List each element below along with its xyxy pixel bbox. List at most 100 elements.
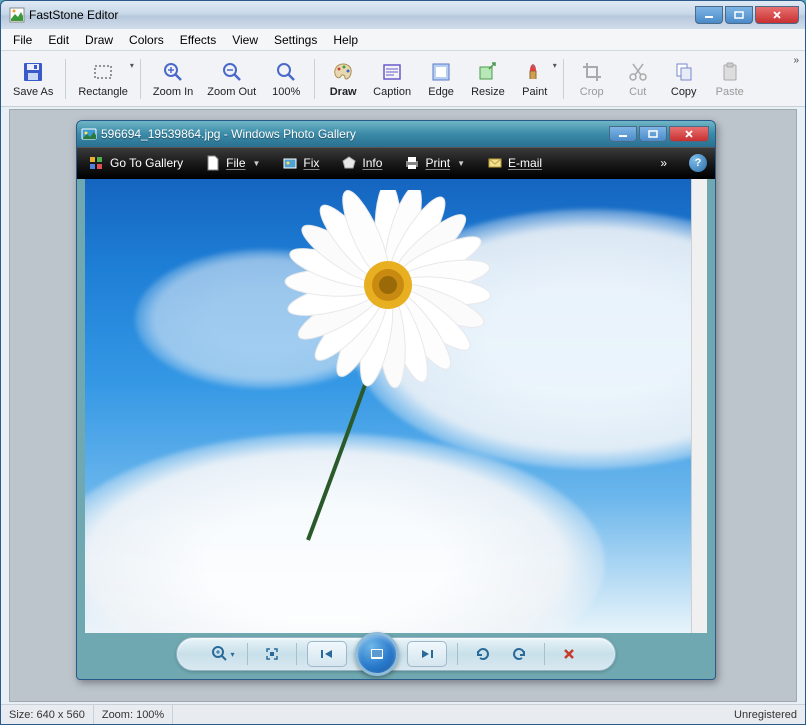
separator — [247, 643, 248, 665]
status-registration: Unregistered — [726, 705, 805, 724]
inner-close-button[interactable] — [669, 126, 709, 142]
edge-icon — [429, 60, 453, 84]
caption-icon — [380, 60, 404, 84]
slideshow-button[interactable] — [355, 632, 399, 676]
window-controls — [695, 6, 799, 24]
fix-icon — [282, 155, 298, 171]
menu-colors[interactable]: Colors — [121, 31, 172, 49]
inner-window-title: 596694_19539864.jpg - Windows Photo Gall… — [101, 127, 609, 141]
separator — [563, 59, 564, 99]
palette-icon — [331, 60, 355, 84]
paint-icon — [523, 60, 547, 84]
menubar: File Edit Draw Colors Effects View Setti… — [1, 29, 805, 51]
inner-overflow-button[interactable]: » — [660, 156, 667, 170]
inner-toolbar: Go To Gallery File▼ Fix Info Print▼ — [77, 147, 715, 179]
tag-icon — [341, 155, 357, 171]
menu-view[interactable]: View — [224, 31, 266, 49]
scissors-icon — [626, 60, 650, 84]
edge-button[interactable]: Edge — [419, 55, 463, 103]
dropdown-icon: ▾ — [130, 61, 134, 70]
dropdown-icon: ▾ — [553, 61, 557, 70]
zoom-100-icon — [274, 60, 298, 84]
cut-button[interactable]: Cut — [616, 55, 660, 103]
toolbar: Save As ▾ Rectangle Zoom In Zoom Out 100… — [1, 51, 805, 107]
inner-titlebar[interactable]: 596694_19539864.jpg - Windows Photo Gall… — [77, 121, 715, 147]
floppy-icon — [21, 60, 45, 84]
separator — [65, 59, 66, 99]
status-size: Size: 640 x 560 — [1, 705, 94, 724]
delete-button[interactable] — [555, 642, 583, 666]
toolbar-overflow[interactable]: » — [793, 55, 799, 66]
zoom-out-icon — [220, 60, 244, 84]
inner-minimize-button[interactable] — [609, 126, 637, 142]
rectangle-select-icon — [91, 60, 115, 84]
draw-button[interactable]: Draw — [321, 55, 365, 103]
info-button[interactable]: Info — [337, 153, 386, 173]
maximize-button[interactable] — [725, 6, 753, 24]
separator — [314, 59, 315, 99]
minimize-button[interactable] — [695, 6, 723, 24]
file-menu-button[interactable]: File▼ — [201, 153, 264, 173]
menu-settings[interactable]: Settings — [266, 31, 325, 49]
photo-viewport — [85, 179, 707, 633]
photo-content — [85, 179, 691, 633]
copy-button[interactable]: Copy — [662, 55, 706, 103]
crop-button[interactable]: Crop — [570, 55, 614, 103]
menu-help[interactable]: Help — [325, 31, 366, 49]
titlebar[interactable]: FastStone Editor — [1, 1, 805, 29]
close-button[interactable] — [755, 6, 799, 24]
gallery-icon — [89, 155, 105, 171]
app-icon — [9, 7, 25, 23]
next-button[interactable] — [407, 641, 447, 667]
vertical-scrollbar[interactable] — [691, 179, 707, 633]
fix-button[interactable]: Fix — [278, 153, 323, 173]
playback-controls: ▾ — [176, 637, 616, 671]
dropdown-icon: ▼ — [253, 159, 261, 168]
dropdown-icon: ▼ — [457, 159, 465, 168]
zoom-in-icon — [161, 60, 185, 84]
file-icon — [205, 155, 221, 171]
inner-window-controls — [609, 126, 709, 142]
menu-draw[interactable]: Draw — [77, 31, 121, 49]
email-button[interactable]: E-mail — [483, 153, 546, 173]
separator — [544, 643, 545, 665]
menu-effects[interactable]: Effects — [172, 31, 224, 49]
copy-icon — [672, 60, 696, 84]
zoom-button[interactable]: ▾ — [209, 642, 237, 666]
flower-illustration — [238, 190, 538, 550]
printer-icon — [404, 155, 420, 171]
photo-gallery-icon — [81, 126, 97, 142]
photo-canvas — [85, 179, 691, 633]
zoom-in-button[interactable]: Zoom In — [147, 55, 199, 103]
rotate-left-button[interactable] — [468, 642, 496, 666]
save-as-button[interactable]: Save As — [7, 55, 59, 103]
paste-button[interactable]: Paste — [708, 55, 752, 103]
zoom-100-button[interactable]: 100% — [264, 55, 308, 103]
fit-button[interactable] — [258, 642, 286, 666]
menu-edit[interactable]: Edit — [40, 31, 77, 49]
caption-button[interactable]: Caption — [367, 55, 417, 103]
previous-button[interactable] — [307, 641, 347, 667]
print-button[interactable]: Print▼ — [400, 153, 469, 173]
clipboard-icon — [718, 60, 742, 84]
client-area: 596694_19539864.jpg - Windows Photo Gall… — [9, 109, 797, 702]
window-title: FastStone Editor — [29, 8, 695, 22]
rotate-right-button[interactable] — [506, 642, 534, 666]
resize-icon — [476, 60, 500, 84]
zoom-out-button[interactable]: Zoom Out — [201, 55, 262, 103]
separator — [296, 643, 297, 665]
inner-maximize-button[interactable] — [639, 126, 667, 142]
separator — [457, 643, 458, 665]
rectangle-button[interactable]: ▾ Rectangle — [72, 55, 134, 103]
resize-button[interactable]: Resize — [465, 55, 511, 103]
crop-icon — [580, 60, 604, 84]
app-window: FastStone Editor File Edit Draw Colors E… — [0, 0, 806, 725]
menu-file[interactable]: File — [5, 31, 40, 49]
separator — [140, 59, 141, 99]
status-zoom: Zoom: 100% — [94, 705, 173, 724]
paint-button[interactable]: ▾ Paint — [513, 55, 557, 103]
email-icon — [487, 155, 503, 171]
statusbar: Size: 640 x 560 Zoom: 100% Unregistered — [1, 704, 805, 724]
help-button[interactable]: ? — [689, 154, 707, 172]
go-to-gallery-button[interactable]: Go To Gallery — [85, 153, 187, 173]
